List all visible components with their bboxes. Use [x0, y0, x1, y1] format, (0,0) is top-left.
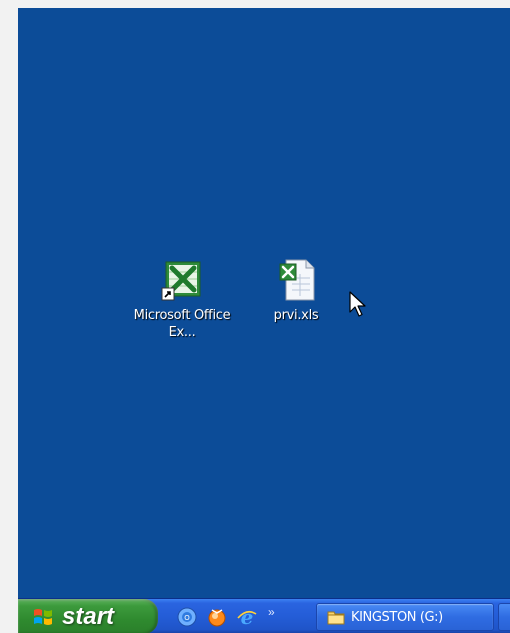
taskbar: start O e » KINGSTON (G:) — [18, 598, 510, 633]
svg-text:e: e — [241, 606, 254, 628]
mouse-cursor-icon — [349, 291, 366, 317]
desktop-icon-label: prvi.xls — [273, 308, 319, 323]
xls-document-icon — [279, 259, 315, 301]
quick-launch-bar: O e » — [176, 604, 275, 630]
desktop-icon-label: Microsoft Office Ex... — [133, 308, 231, 340]
windows-logo-icon — [34, 608, 52, 625]
excel-shortcut-icon — [161, 261, 201, 301]
taskbar-button-partial[interactable] — [498, 603, 510, 631]
svg-text:O: O — [184, 614, 190, 622]
media-player-icon[interactable] — [206, 606, 228, 628]
start-button[interactable]: start — [18, 599, 158, 633]
taskbar-button-label: KINGSTON (G:) — [351, 609, 443, 625]
show-desktop-icon[interactable]: O — [176, 606, 198, 628]
internet-explorer-icon[interactable]: e — [236, 606, 258, 628]
desktop-icon-prvi-xls[interactable]: prvi.xls — [246, 256, 346, 324]
desktop-icon-excel-shortcut[interactable]: Microsoft Office Ex... — [132, 256, 232, 341]
taskbar-button-kingston[interactable]: KINGSTON (G:) — [316, 603, 494, 631]
quick-launch-more-button[interactable]: » — [268, 605, 275, 619]
start-label: start — [62, 602, 115, 630]
desktop[interactable]: Microsoft Office Ex... prvi.xls — [18, 8, 510, 598]
folder-icon — [327, 611, 345, 625]
screen: Microsoft Office Ex... prvi.xls start O … — [18, 8, 510, 633]
